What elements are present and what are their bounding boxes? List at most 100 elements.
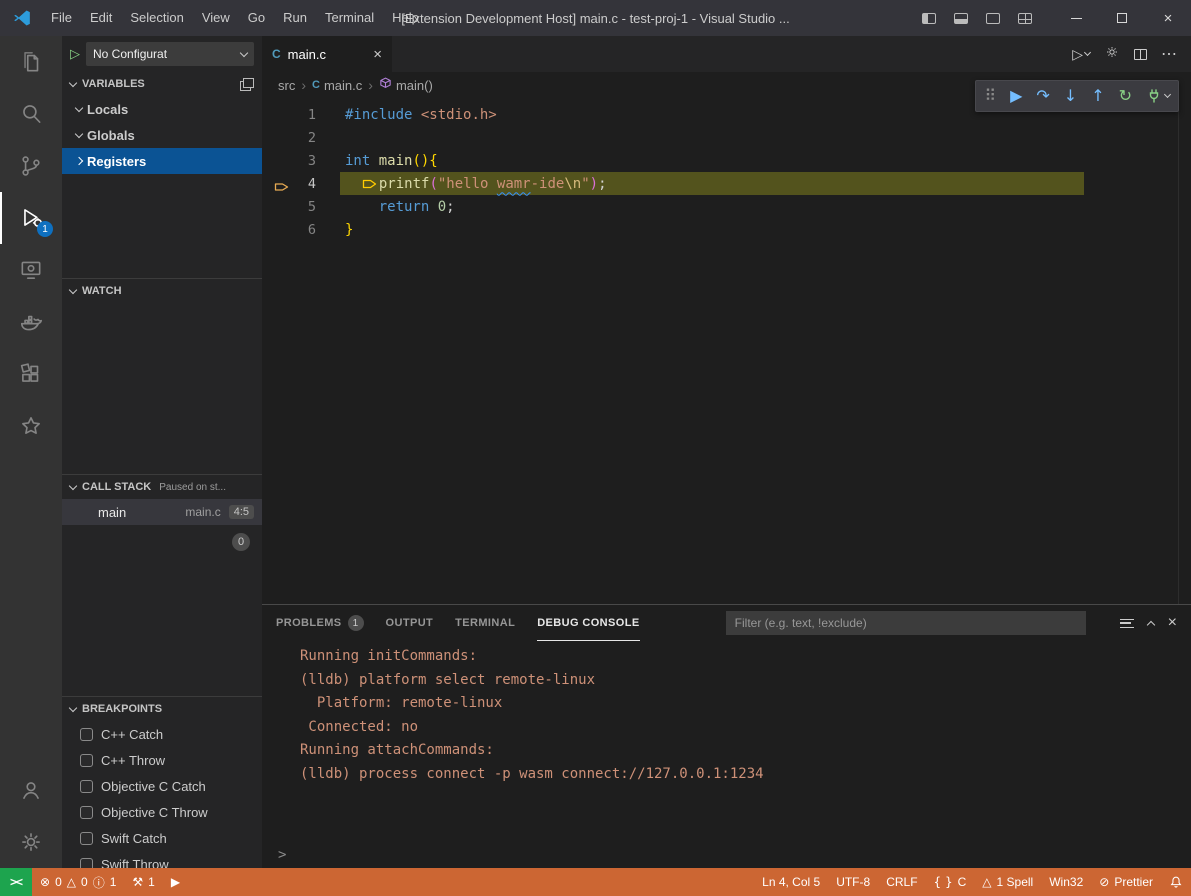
run-and-debug-icon[interactable]: 1 — [0, 192, 62, 244]
continue-icon[interactable]: ▶ — [1010, 88, 1022, 104]
breakpoint-item-objective-c-catch[interactable]: Objective C Catch — [62, 773, 262, 799]
language-indicator[interactable]: { } C — [926, 868, 975, 896]
menu-terminal[interactable]: Terminal — [316, 0, 383, 36]
panel-tab-debug-console[interactable]: DEBUG CONSOLE — [537, 605, 639, 641]
checkbox-icon[interactable] — [80, 780, 93, 793]
checkbox-icon[interactable] — [80, 754, 93, 767]
step-over-icon[interactable]: ↷ — [1036, 88, 1049, 104]
debug-status[interactable]: ▶ — [163, 868, 188, 896]
remote-explorer-icon[interactable] — [0, 244, 62, 296]
search-icon[interactable] — [0, 88, 62, 140]
docker-icon[interactable] — [0, 296, 62, 348]
menu-view[interactable]: View — [193, 0, 239, 36]
customize-layout-icon[interactable] — [1011, 5, 1039, 31]
call-stack-header[interactable]: CALL STACK Paused on st... — [62, 475, 262, 499]
code-editor[interactable]: 1#include <stdio.h>23int main(){4 printf… — [262, 98, 1191, 604]
menu-selection[interactable]: Selection — [121, 0, 192, 36]
editor-scrollbar[interactable] — [1178, 98, 1191, 604]
breakpoint-item-swift-catch[interactable]: Swift Catch — [62, 825, 262, 851]
panel-tab-output[interactable]: OUTPUT — [386, 605, 434, 641]
console-filter-input[interactable] — [726, 611, 1086, 635]
checkbox-icon[interactable] — [80, 858, 93, 869]
breadcrumb-src[interactable]: src — [278, 78, 295, 93]
problems-status[interactable]: ⊗0 △0 ⓘ1 — [32, 868, 124, 896]
code-line[interactable]: 5 return 0; — [262, 195, 1191, 218]
toggle-panel-icon[interactable] — [947, 5, 975, 31]
console-prompt-icon[interactable]: > — [278, 847, 286, 863]
encoding-indicator[interactable]: UTF-8 — [828, 868, 878, 896]
minimize-button[interactable] — [1053, 0, 1099, 36]
debug-config-select[interactable]: No Configurat — [86, 42, 254, 66]
maximize-panel-icon[interactable] — [1146, 620, 1154, 628]
notifications-bell-icon[interactable] — [1161, 868, 1191, 896]
toggle-secondary-sidebar-icon[interactable] — [979, 5, 1007, 31]
formatter-status[interactable]: ⊘Prettier — [1091, 868, 1161, 896]
tab-main-c[interactable]: C main.c × — [262, 36, 392, 72]
panel-tab-problems[interactable]: PROBLEMS1 — [276, 605, 364, 641]
checkbox-icon[interactable] — [80, 728, 93, 741]
run-file-button[interactable]: ▷ — [1072, 46, 1090, 63]
gutter[interactable]: 1 — [262, 107, 338, 123]
menu-file[interactable]: File — [42, 0, 81, 36]
stack-frame-row[interactable]: main main.c 4:5 — [62, 499, 262, 525]
breadcrumb-symbol[interactable]: main() — [379, 77, 433, 93]
variables-item-globals[interactable]: Globals — [62, 122, 262, 148]
gutter[interactable]: 2 — [262, 130, 338, 146]
variables-header[interactable]: VARIABLES — [62, 72, 262, 96]
split-editor-icon[interactable] — [1134, 49, 1147, 60]
maximize-button[interactable] — [1099, 0, 1145, 36]
gutter[interactable]: 3 — [262, 153, 338, 169]
inline-breakpoint-icon[interactable] — [362, 176, 379, 192]
star-icon[interactable] — [0, 400, 62, 452]
spell-status[interactable]: △1 Spell — [974, 868, 1041, 896]
gutter[interactable]: 4 — [262, 176, 338, 192]
menu-help[interactable]: Help — [383, 0, 428, 36]
source-control-icon[interactable] — [0, 140, 62, 192]
debug-console-output[interactable]: Running initCommands:(lldb) platform sel… — [262, 641, 1191, 842]
copy-value-icon[interactable] — [240, 78, 254, 90]
variables-item-registers[interactable]: Registers — [62, 148, 262, 174]
code-line[interactable]: 6} — [262, 218, 1191, 241]
eol-indicator[interactable]: CRLF — [878, 868, 925, 896]
step-out-icon[interactable]: ↑ — [1091, 88, 1104, 104]
cursor-position[interactable]: Ln 4, Col 5 — [754, 868, 828, 896]
console-options-icon[interactable] — [1120, 619, 1134, 628]
breakpoint-item-swift-throw[interactable]: Swift Throw — [62, 851, 262, 868]
menu-go[interactable]: Go — [239, 0, 274, 36]
menu-run[interactable]: Run — [274, 0, 316, 36]
restart-icon[interactable]: ↻ — [1119, 88, 1132, 104]
watch-header[interactable]: WATCH — [62, 279, 262, 303]
console-line: Running attachCommands: — [300, 739, 1191, 763]
code-line[interactable]: 4 printf("hello wamr-ide\n"); — [262, 172, 1191, 195]
menu-edit[interactable]: Edit — [81, 0, 121, 36]
breakpoint-item-c-throw[interactable]: C++ Throw — [62, 747, 262, 773]
remote-indicator[interactable]: >< — [0, 868, 32, 896]
panel-tab-terminal[interactable]: TERMINAL — [455, 605, 515, 641]
breakpoint-item-objective-c-throw[interactable]: Objective C Throw — [62, 799, 262, 825]
tab-close-icon[interactable]: × — [373, 46, 382, 63]
breadcrumb-file[interactable]: C main.c — [312, 78, 362, 93]
close-panel-icon[interactable]: × — [1168, 614, 1177, 632]
checkbox-icon[interactable] — [80, 832, 93, 845]
extensions-icon[interactable] — [0, 348, 62, 400]
disconnect-icon[interactable] — [1146, 88, 1170, 104]
more-actions-icon[interactable]: ⋯ — [1161, 44, 1177, 64]
code-line[interactable]: 3int main(){ — [262, 149, 1191, 172]
code-line[interactable]: 2 — [262, 126, 1191, 149]
breakpoints-header[interactable]: BREAKPOINTS — [62, 697, 262, 721]
start-debug-icon[interactable]: ▷ — [70, 46, 80, 62]
settings-gear-icon[interactable] — [0, 816, 62, 868]
checkbox-icon[interactable] — [80, 806, 93, 819]
tools-status[interactable]: ⚒1 — [124, 868, 162, 896]
editor-gear-icon[interactable] — [1104, 44, 1120, 65]
variables-item-locals[interactable]: Locals — [62, 96, 262, 122]
step-into-icon[interactable]: ↓ — [1064, 88, 1077, 104]
explorer-icon[interactable] — [0, 36, 62, 88]
breakpoint-item-c-catch[interactable]: C++ Catch — [62, 721, 262, 747]
gutter[interactable]: 6 — [262, 222, 338, 238]
build-target[interactable]: Win32 — [1041, 868, 1091, 896]
toggle-sidebar-icon[interactable] — [915, 5, 943, 31]
accounts-icon[interactable] — [0, 764, 62, 816]
close-button[interactable]: × — [1145, 0, 1191, 36]
gutter[interactable]: 5 — [262, 199, 338, 215]
